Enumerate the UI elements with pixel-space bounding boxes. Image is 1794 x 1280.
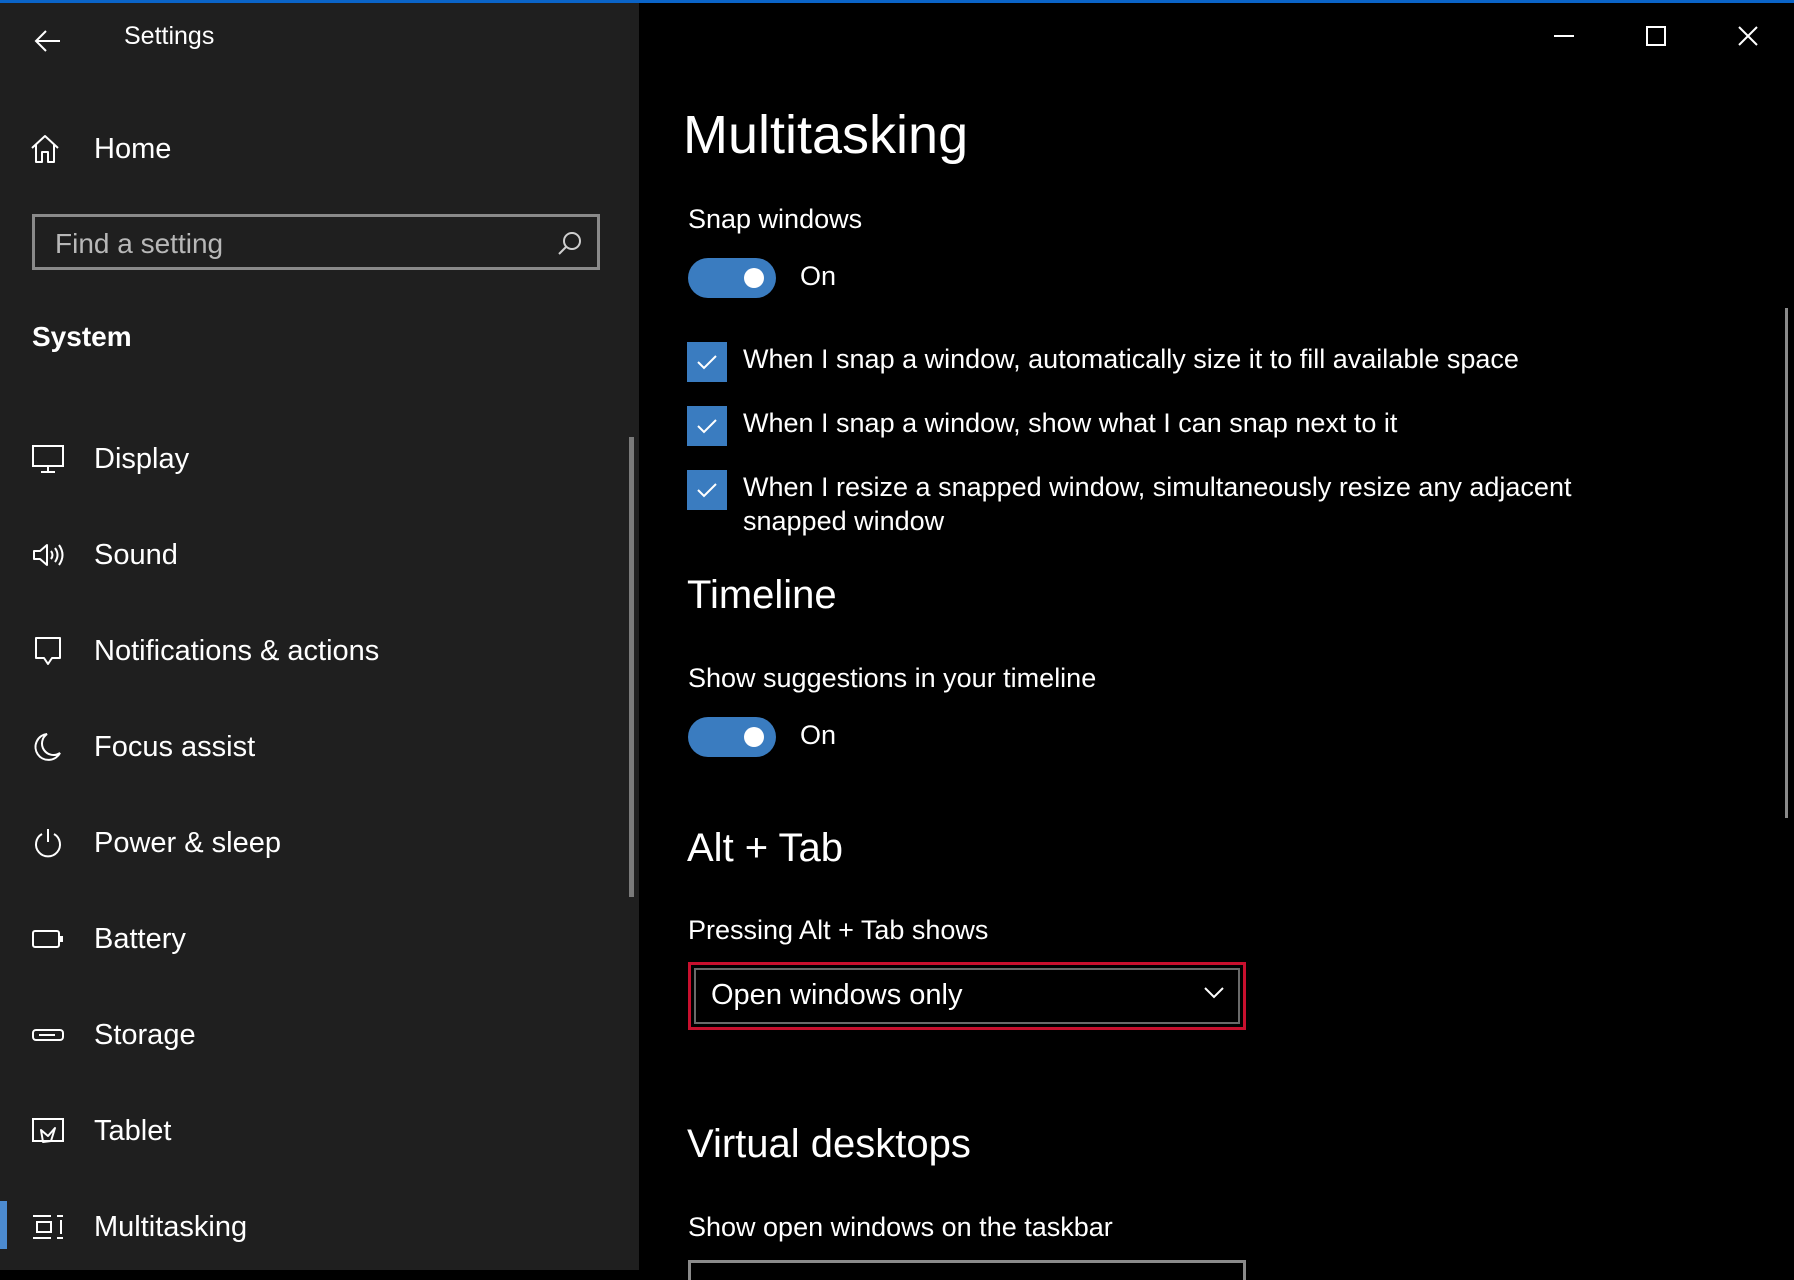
home-label: Home [94,132,172,165]
display-icon [30,441,66,477]
checkbox[interactable] [687,406,727,446]
sidebar-item-notifications[interactable]: Notifications & actions [0,603,620,699]
search-icon[interactable] [557,230,583,261]
sidebar-item-label: Sound [94,538,178,571]
section-heading-system: System [32,321,132,352]
maximize-button[interactable] [1610,3,1702,69]
back-arrow-icon [34,30,60,52]
sidebar-item-label: Power & sleep [94,826,281,859]
alt-tab-label: Pressing Alt + Tab shows [688,915,989,945]
page-title: Multitasking [683,105,969,165]
timeline-suggestions-label: Show suggestions in your timeline [688,663,1097,693]
snap-windows-toggle[interactable] [688,258,776,298]
timeline-suggestions-toggle[interactable] [688,717,776,757]
checkbox[interactable] [687,470,727,510]
close-icon [1738,26,1758,46]
chevron-down-icon [1203,985,1225,1004]
checkmark-icon [697,483,717,498]
toggle-knob [744,268,764,288]
notification-icon [30,633,66,669]
sidebar-item-sound[interactable]: Sound [0,507,620,603]
checkbox-label: When I snap a window, automatically size… [743,344,1519,374]
snap-option-resize-adjacent[interactable]: When I resize a snapped window, simultan… [687,470,1573,538]
app-title: Settings [124,22,215,50]
search-box[interactable] [32,214,600,270]
storage-icon [30,1017,66,1053]
close-button[interactable] [1702,3,1794,69]
moon-icon [30,729,66,765]
checkbox-label: When I snap a window, show what I can sn… [743,408,1398,438]
back-button[interactable] [22,19,74,63]
window-controls [1518,3,1794,69]
timeline-heading: Timeline [687,573,837,617]
sidebar-item-display[interactable]: Display [0,411,620,507]
sidebar-item-label: Battery [94,922,186,955]
multitasking-icon [30,1209,66,1245]
checkbox[interactable] [687,342,727,382]
sidebar-item-power-sleep[interactable]: Power & sleep [0,795,620,891]
sidebar-item-focus-assist[interactable]: Focus assist [0,699,620,795]
sidebar-item-storage[interactable]: Storage [0,987,620,1083]
virtual-desktops-taskbar-label: Show open windows on the taskbar [688,1212,1113,1242]
virtual-desktops-taskbar-dropdown[interactable] [688,1260,1246,1280]
minimize-icon [1554,35,1574,37]
sidebar-item-label: Multitasking [94,1210,248,1243]
main-scrollbar[interactable] [1785,308,1788,818]
minimize-button[interactable] [1518,3,1610,69]
tablet-icon [30,1113,66,1149]
checkbox-label: When I resize a snapped window, simultan… [743,472,1572,536]
toggle-knob [744,727,764,747]
sidebar-item-tablet[interactable]: Tablet [0,1083,620,1179]
checkmark-icon [697,419,717,434]
alt-tab-dropdown[interactable]: Open windows only [688,962,1246,1030]
sidebar-item-label: Notifications & actions [94,634,380,667]
alt-tab-heading: Alt + Tab [687,826,844,870]
sidebar-item-home[interactable]: Home [28,125,171,173]
search-input[interactable] [53,225,537,263]
sidebar-nav: Display Sound Notifications & actions Fo… [0,411,620,1275]
battery-icon [30,921,66,957]
sidebar-item-multitasking[interactable]: Multitasking [0,1179,620,1275]
snap-windows-toggle-state: On [800,261,837,291]
main-content [639,3,1794,1270]
checkmark-icon [697,355,717,370]
snap-windows-label: Snap windows [688,204,863,234]
snap-option-fill-space[interactable]: When I snap a window, automatically size… [687,342,1573,382]
sidebar-item-label: Storage [94,1018,196,1051]
dropdown-selected-value: Open windows only [711,979,963,1011]
sidebar: Settings Home System Display Sound [0,3,639,1270]
virtual-desktops-heading: Virtual desktops [687,1122,971,1166]
sidebar-item-label: Display [94,442,190,475]
sidebar-item-battery[interactable]: Battery [0,891,620,987]
maximize-icon [1646,26,1666,46]
snap-option-show-next[interactable]: When I snap a window, show what I can sn… [687,406,1573,446]
speaker-icon [30,537,66,573]
home-icon [28,132,72,166]
timeline-toggle-state: On [800,720,837,750]
sidebar-item-label: Tablet [94,1114,172,1147]
sidebar-scrollbar[interactable] [629,437,634,897]
sidebar-item-label: Focus assist [94,730,256,763]
power-icon [30,825,66,861]
